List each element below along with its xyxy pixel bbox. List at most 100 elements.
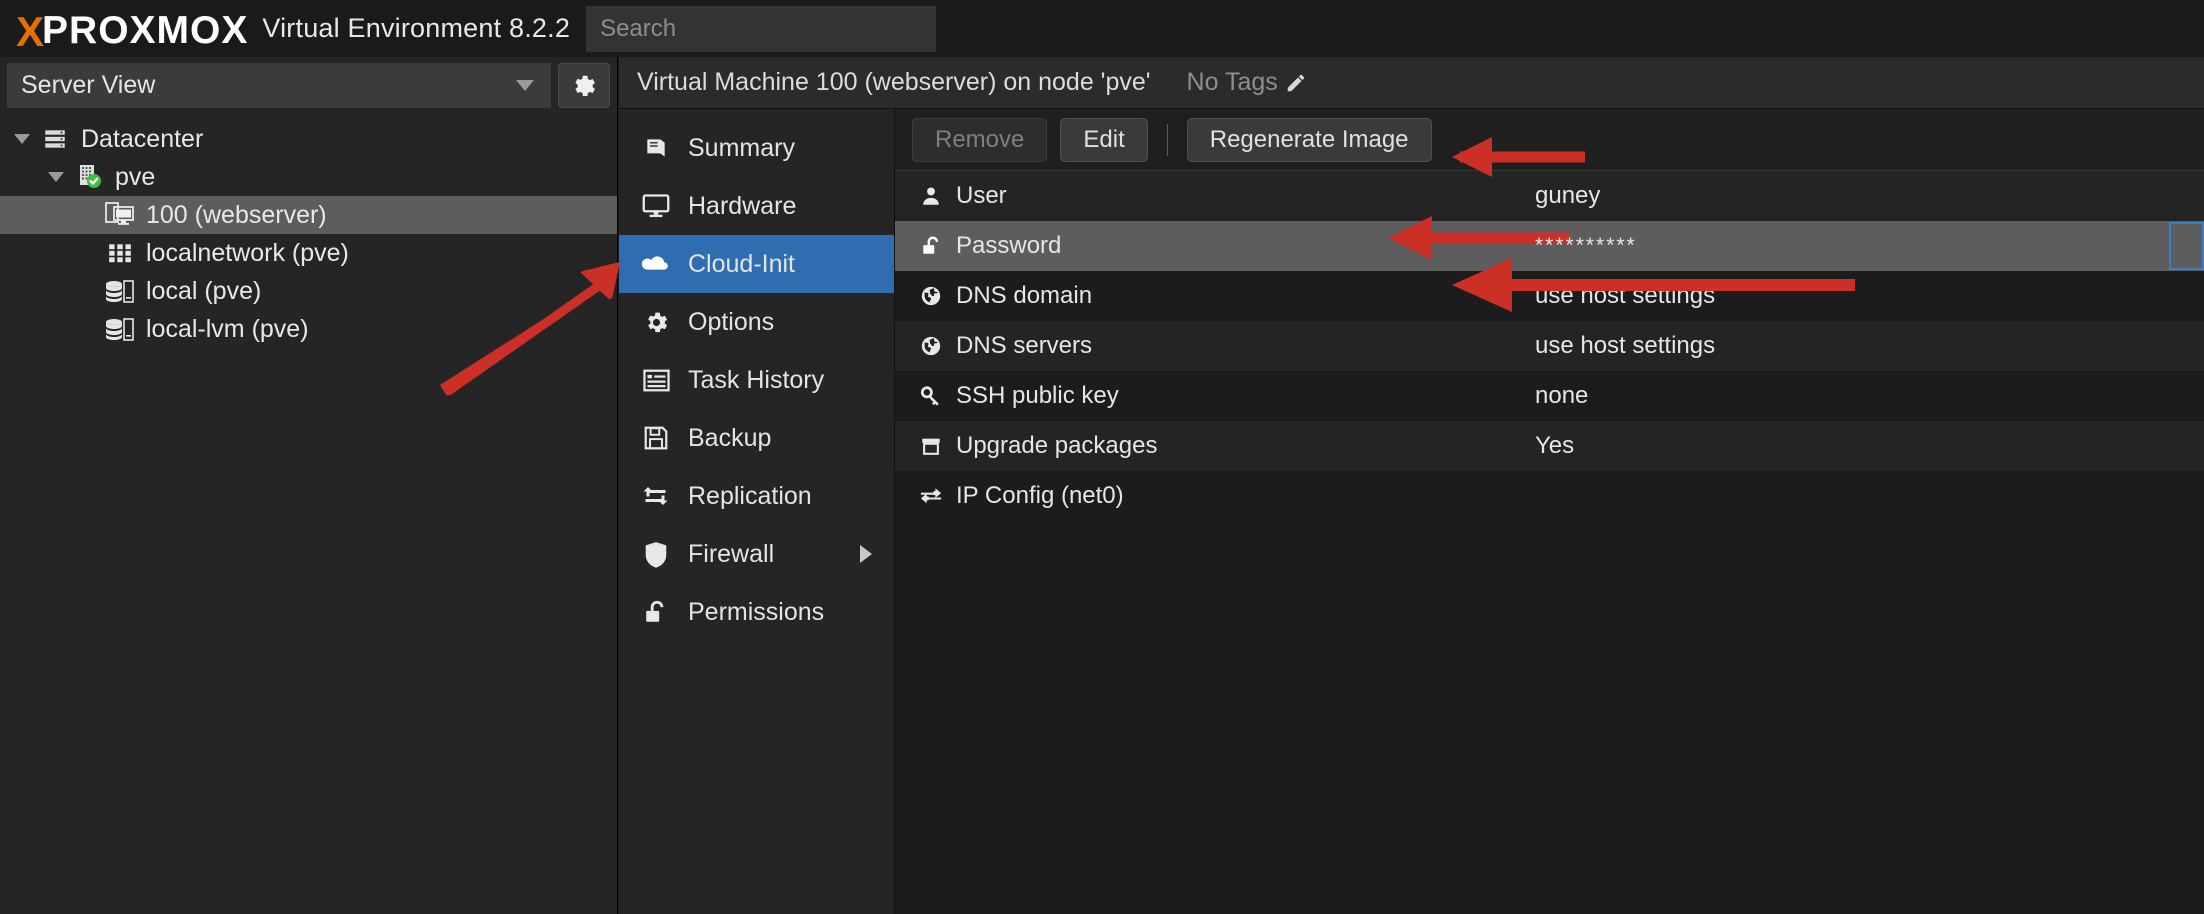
user-icon [917,185,945,207]
row-value: use host settings [1535,282,1716,309]
row-ip-config-net0[interactable]: IP Config (net0) [895,471,2204,521]
node-icon [74,162,104,192]
remove-button[interactable]: Remove [912,117,1048,162]
logo-x-mark: X [16,7,44,55]
chevron-right-icon [860,545,872,563]
row-label: Upgrade packages [956,432,1158,459]
password-value-field[interactable] [2169,222,2204,270]
tree-item-local[interactable]: local (pve) [0,272,617,310]
cloud-icon [639,253,673,275]
tree-item-label: localnetwork (pve) [146,238,349,267]
datacenter-icon [40,124,70,154]
product-name: Virtual Environment 8.2.2 [262,13,571,43]
no-tags-label: No Tags [1186,68,1278,96]
tree-item-datacenter[interactable]: Datacenter [0,120,617,158]
top-bar: X PRO X MO X Virtual Environment 8.2.2 [0,0,2204,57]
tree-item-localnetwork[interactable]: localnetwork (pve) [0,234,617,272]
row-label: User [956,182,1007,209]
row-upgrade-packages[interactable]: Upgrade packages Yes [895,421,2204,471]
floppy-disk-icon [639,425,673,451]
nav-item-label: Hardware [688,191,797,220]
nav-item-label: Permissions [688,597,825,626]
row-password[interactable]: Password ********** [895,221,2204,271]
resource-tree: Datacenter pve 100 (webserver) localnetw… [0,120,617,348]
nav-item-permissions[interactable]: Permissions [619,583,894,641]
tree-item-label: Datacenter [81,124,204,153]
row-label: DNS domain [956,282,1093,309]
toolbar-separator [1166,123,1168,156]
regenerate-image-button[interactable]: Regenerate Image [1186,117,1432,162]
tree-item-pve[interactable]: pve [0,158,617,196]
nav-item-label: Firewall [688,539,775,568]
vm-nav-menu: Summary Hardware Cloud-Init Options Task… [619,109,895,914]
sidebar: Server View Datacenter pve 100 (webserve… [0,57,618,914]
content-header: Virtual Machine 100 (webserver) on node … [619,57,2204,109]
row-value: Yes [1535,432,1575,459]
cloud-init-settings-list: User guney Password ********** DNS domai… [895,171,2204,521]
nav-item-task-history[interactable]: Task History [619,351,894,409]
nav-item-replication[interactable]: Replication [619,467,894,525]
pencil-icon[interactable] [1285,72,1307,94]
nav-item-hardware[interactable]: Hardware [619,177,894,235]
book-icon [639,135,673,161]
edit-button[interactable]: Edit [1060,117,1148,162]
exchange-icon [917,486,945,506]
row-label: Password [956,232,1062,259]
content-body: Summary Hardware Cloud-Init Options Task… [619,109,2204,914]
unlock-icon [917,235,945,257]
nav-item-options[interactable]: Options [619,293,894,351]
row-dns-domain[interactable]: DNS domain use host settings [895,271,2204,321]
nav-item-firewall[interactable]: Firewall [619,525,894,583]
search-input[interactable] [586,5,937,52]
nav-item-label: Task History [688,365,825,394]
chevron-down-icon [516,80,534,91]
row-value: none [1535,382,1589,409]
row-user[interactable]: User guney [895,171,2204,221]
shield-icon [639,541,673,568]
tree-item-local-lvm[interactable]: local-lvm (pve) [0,310,617,348]
tree-item-label: 100 (webserver) [146,200,327,229]
storage-icon [105,276,135,306]
view-selector-row: Server View [0,57,617,115]
tree-item-vm-100[interactable]: 100 (webserver) [0,196,617,234]
storage-icon [105,314,135,344]
nav-item-label: Cloud-Init [688,249,795,278]
row-ssh-public-key[interactable]: SSH public key none [895,371,2204,421]
chevron-down-icon[interactable] [48,172,64,182]
nav-item-label: Options [688,307,775,336]
row-value: guney [1535,182,1601,209]
row-dns-servers[interactable]: DNS servers use host settings [895,321,2204,371]
cloud-init-panel: Remove Edit Regenerate Image User guney … [895,109,2204,914]
settings-gear-button[interactable] [558,63,610,108]
tree-item-label: local-lvm (pve) [146,314,309,343]
tree-item-label: pve [115,162,156,191]
nav-item-backup[interactable]: Backup [619,409,894,467]
monitor-icon [639,193,673,219]
box-icon [917,435,945,457]
vm-icon [105,200,135,230]
row-label: SSH public key [956,382,1119,409]
logo-text-x-end: X [221,8,249,52]
logo-text-pro: PRO [42,8,130,52]
key-icon [917,385,945,407]
nav-item-label: Backup [688,423,772,452]
gear-icon [639,309,673,336]
nav-item-label: Summary [688,133,795,162]
logo-text-mo: MO [156,8,222,52]
row-value: use host settings [1535,332,1716,359]
chevron-down-icon[interactable] [14,134,30,144]
globe-icon [917,285,945,307]
gear-icon [575,75,595,96]
globe-icon [917,335,945,357]
cloud-init-toolbar: Remove Edit Regenerate Image [895,109,2204,171]
tags-area[interactable]: No Tags [1187,68,1307,97]
page-title: Virtual Machine 100 (webserver) on node … [637,68,1151,96]
logo-text-x: X [129,8,157,52]
nav-item-summary[interactable]: Summary [619,119,894,177]
nav-item-cloud-init[interactable]: Cloud-Init [619,235,894,293]
view-selector[interactable]: Server View [7,63,551,108]
network-icon [105,238,135,268]
unlock-icon [639,599,673,625]
proxmox-logo: X PRO X MO X [16,7,249,55]
main-area: Virtual Machine 100 (webserver) on node … [619,57,2204,914]
